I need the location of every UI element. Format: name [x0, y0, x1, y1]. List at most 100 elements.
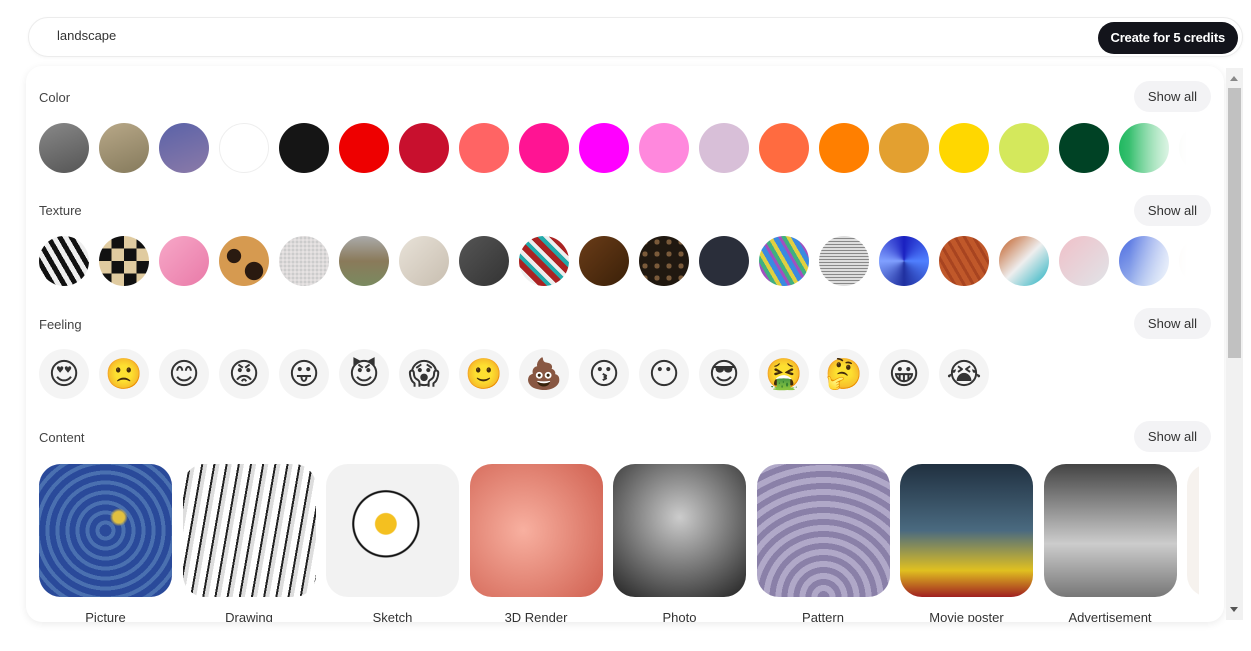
feeling-emoji[interactable]: 💩: [519, 349, 569, 399]
texture-crumpled-paper[interactable]: [399, 236, 449, 286]
content-card[interactable]: 3D Render: [469, 464, 603, 622]
feeling-emoji[interactable]: 😡: [219, 349, 269, 399]
content-label: Sketch: [372, 610, 413, 622]
content-label: Pattern: [802, 610, 844, 622]
feeling-emoji[interactable]: 😊: [159, 349, 209, 399]
feeling-emoji[interactable]: 🙁: [99, 349, 149, 399]
feeling-emoji[interactable]: 😎: [699, 349, 749, 399]
color-swatch[interactable]: [219, 123, 269, 173]
feeling-emoji[interactable]: 😶: [639, 349, 689, 399]
content-label: Picture: [85, 610, 126, 622]
content-card[interactable]: Drawing: [182, 464, 316, 622]
section-title-color: Color: [39, 90, 71, 105]
content-row: Picture Drawing Sketch 3D Render Photo Patter…: [39, 464, 1199, 622]
texture-row: [39, 236, 1199, 288]
scrollbar[interactable]: [1226, 68, 1243, 620]
feeling-emoji[interactable]: 😗: [579, 349, 629, 399]
content-thumbnail: [900, 464, 1033, 597]
content-card[interactable]: Picture: [39, 464, 172, 622]
content-thumbnail: [469, 464, 603, 597]
texture-cream[interactable]: [1179, 236, 1199, 286]
content-card[interactable]: Pattern: [756, 464, 890, 622]
texture-stucco[interactable]: [279, 236, 329, 286]
content-thumbnail: [182, 464, 316, 597]
texture-brown-fur[interactable]: [579, 236, 629, 286]
content-thumbnail: [1187, 464, 1199, 597]
content-thumbnail: [326, 464, 459, 597]
color-swatch[interactable]: [579, 123, 629, 173]
texture-zebra[interactable]: [39, 236, 89, 286]
feeling-emoji[interactable]: 🙂: [459, 349, 509, 399]
color-swatch[interactable]: [519, 123, 569, 173]
prompt-input[interactable]: [57, 28, 957, 43]
color-swatch[interactable]: [159, 123, 209, 173]
color-swatch[interactable]: [759, 123, 809, 173]
color-swatch[interactable]: [879, 123, 929, 173]
color-swatch[interactable]: [279, 123, 329, 173]
texture-dried-grass[interactable]: [339, 236, 389, 286]
content-card[interactable]: Photo: [613, 464, 746, 622]
section-title-texture: Texture: [39, 203, 82, 218]
content-thumbnail: [613, 464, 746, 597]
texture-show-all-button[interactable]: Show all: [1134, 195, 1211, 226]
texture-paint-splash[interactable]: [999, 236, 1049, 286]
scrollbar-thumb[interactable]: [1228, 88, 1241, 358]
feeling-emoji[interactable]: 😭: [939, 349, 989, 399]
content-card[interactable]: [1187, 464, 1199, 622]
feeling-emoji[interactable]: 😛: [279, 349, 329, 399]
color-swatch[interactable]: [399, 123, 449, 173]
content-label: Movie poster: [929, 610, 1004, 622]
color-swatch[interactable]: [999, 123, 1049, 173]
texture-pink-fur[interactable]: [159, 236, 209, 286]
texture-wood-grain[interactable]: [939, 236, 989, 286]
texture-marbled-paint[interactable]: [759, 236, 809, 286]
color-swatch[interactable]: [99, 123, 149, 173]
color-swatch[interactable]: [1119, 123, 1169, 173]
texture-cracked-stone[interactable]: [459, 236, 509, 286]
color-swatch[interactable]: [39, 123, 89, 173]
feeling-emoji[interactable]: 🤮: [759, 349, 809, 399]
content-thumbnail: [39, 464, 172, 597]
content-card[interactable]: Sketch: [326, 464, 459, 622]
texture-kilim-rug[interactable]: [519, 236, 569, 286]
create-button[interactable]: Create for 5 credits: [1097, 22, 1238, 54]
color-show-all-button[interactable]: Show all: [1134, 81, 1211, 112]
style-picker-panel: Color Show all Texture Show all Feeling …: [26, 66, 1224, 622]
content-card[interactable]: Movie poster: [900, 464, 1033, 622]
texture-checkerboard[interactable]: [99, 236, 149, 286]
content-show-all-button[interactable]: Show all: [1134, 421, 1211, 452]
color-swatch[interactable]: [1059, 123, 1109, 173]
color-swatch[interactable]: [699, 123, 749, 173]
color-swatch-row: [39, 123, 1199, 175]
section-title-content: Content: [39, 430, 85, 445]
content-label: Drawing: [225, 610, 273, 622]
content-label: 3D Render: [504, 610, 568, 622]
scroll-down-arrow-icon[interactable]: [1230, 607, 1238, 612]
texture-starry-night[interactable]: [699, 236, 749, 286]
texture-watercolor-blue[interactable]: [1119, 236, 1169, 286]
feeling-row: 😍 🙁 😊 😡 😛 😈 😱 🙂 💩 😗 😶 😎 🤮 🤔 😀 😭: [39, 349, 1199, 401]
feeling-show-all-button[interactable]: Show all: [1134, 308, 1211, 339]
content-thumbnail: [756, 464, 890, 597]
texture-pink-marble[interactable]: [1059, 236, 1109, 286]
color-swatch[interactable]: [939, 123, 989, 173]
section-title-feeling: Feeling: [39, 317, 82, 332]
feeling-emoji[interactable]: 😀: [879, 349, 929, 399]
color-swatch[interactable]: [1179, 123, 1199, 173]
feeling-emoji[interactable]: 😍: [39, 349, 89, 399]
color-swatch[interactable]: [639, 123, 689, 173]
texture-blue-mosaic[interactable]: [879, 236, 929, 286]
content-label: Advertisement: [1068, 610, 1152, 622]
content-thumbnail: [1043, 464, 1177, 597]
feeling-emoji[interactable]: 🤔: [819, 349, 869, 399]
feeling-emoji[interactable]: 😱: [399, 349, 449, 399]
content-card[interactable]: Advertisement: [1043, 464, 1177, 622]
color-swatch[interactable]: [819, 123, 869, 173]
color-swatch[interactable]: [459, 123, 509, 173]
feeling-emoji[interactable]: 😈: [339, 349, 389, 399]
scroll-up-arrow-icon[interactable]: [1230, 76, 1238, 81]
texture-snake-skin[interactable]: [639, 236, 689, 286]
texture-newspaper[interactable]: [819, 236, 869, 286]
color-swatch[interactable]: [339, 123, 389, 173]
texture-leopard[interactable]: [219, 236, 269, 286]
